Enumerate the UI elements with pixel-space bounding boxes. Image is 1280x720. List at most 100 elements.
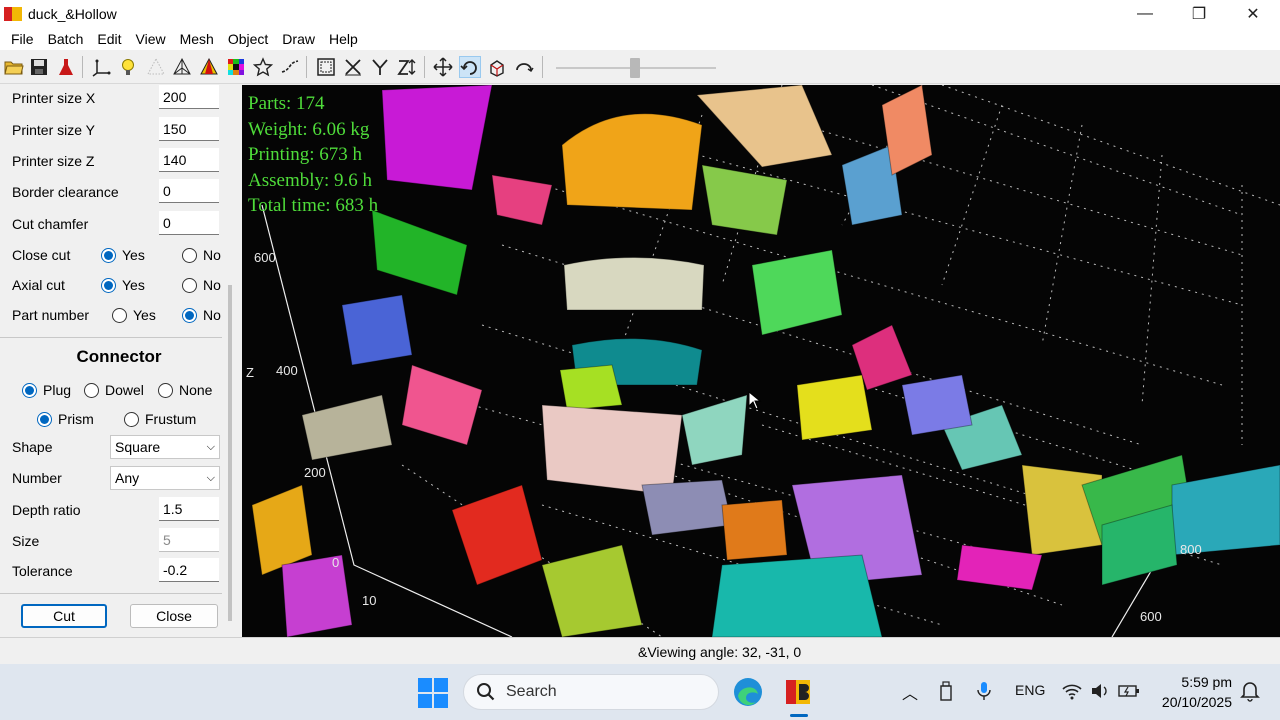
printer-size-x-label: Printer size X	[12, 90, 96, 106]
cut-y-icon[interactable]	[369, 56, 391, 78]
number-label: Number	[12, 470, 62, 486]
open-folder-icon[interactable]	[3, 56, 25, 78]
grid-dots-icon[interactable]	[145, 56, 167, 78]
clock-time[interactable]: 5:59 pm	[1172, 674, 1232, 690]
tolerance-label: Tolerance	[12, 563, 73, 579]
move-icon[interactable]	[432, 56, 454, 78]
battery-charging-icon[interactable]	[1118, 682, 1140, 700]
save-icon[interactable]	[28, 56, 50, 78]
app-taskbar-icon[interactable]	[782, 676, 814, 708]
volume-icon[interactable]	[1090, 682, 1110, 700]
menu-edit[interactable]: Edit	[90, 28, 128, 50]
menu-help[interactable]: Help	[322, 28, 365, 50]
panel-divider	[0, 337, 222, 338]
panel-divider	[0, 593, 222, 594]
undo-arc-icon[interactable]	[513, 56, 535, 78]
wave-icon[interactable]	[279, 56, 301, 78]
menu-draw[interactable]: Draw	[275, 28, 322, 50]
menu-batch[interactable]: Batch	[41, 28, 91, 50]
panel-scrollbar[interactable]	[228, 285, 232, 621]
connector-prism-radio[interactable]: Prism	[37, 411, 94, 427]
rotate-icon[interactable]	[459, 56, 481, 78]
microphone-icon[interactable]	[976, 680, 992, 702]
axis-tick-label: 400	[276, 363, 298, 378]
toolbar	[0, 50, 1280, 84]
axial-cut-yes-radio[interactable]: Yes	[101, 277, 145, 293]
axial-cut-label: Axial cut	[12, 277, 65, 293]
shape-select[interactable]: Square ⌵	[110, 435, 220, 459]
close-cut-label: Close cut	[12, 247, 71, 263]
status-bar: &Viewing angle: 32, -31, 0	[0, 637, 1280, 664]
close-cut-yes-radio[interactable]: Yes	[101, 247, 145, 263]
axis-tick-label: 200	[304, 465, 326, 480]
edge-browser-icon[interactable]	[732, 676, 764, 708]
windows-start-icon[interactable]	[418, 678, 448, 708]
model-render	[251, 85, 1280, 637]
close-panel-button[interactable]: Close	[130, 604, 218, 628]
minimize-button[interactable]: —	[1118, 0, 1172, 28]
menu-view[interactable]: View	[129, 28, 173, 50]
wireframe-icon[interactable]	[171, 56, 193, 78]
cut-chamfer-input[interactable]: 0	[159, 211, 219, 235]
menu-mesh[interactable]: Mesh	[173, 28, 221, 50]
taskbar: Search ︿ ENG 5:59 pm 20/10/2025	[0, 664, 1280, 720]
printer-size-z-input[interactable]: 140	[159, 148, 219, 172]
search-icon	[477, 683, 495, 701]
language-indicator[interactable]: ENG	[1015, 682, 1045, 698]
border-clearance-input[interactable]: 0	[159, 179, 219, 203]
parts-count: Parts: 174	[248, 93, 325, 114]
part-number-no-radio[interactable]: No	[182, 307, 221, 323]
star-icon[interactable]	[252, 56, 274, 78]
connector-dowel-radio[interactable]: Dowel	[84, 382, 144, 398]
cut-x-icon[interactable]	[342, 56, 364, 78]
cut-button[interactable]: Cut	[21, 604, 107, 628]
chevron-down-icon: ⌵	[206, 472, 215, 484]
printer-size-x-input[interactable]: 200	[159, 85, 219, 109]
number-select[interactable]: Any ⌵	[110, 466, 220, 490]
size-label: Size	[12, 533, 40, 549]
warning-triangle-icon[interactable]	[198, 56, 220, 78]
zoom-slider-thumb[interactable]	[630, 58, 640, 78]
connector-frustum-radio[interactable]: Frustum	[124, 411, 196, 427]
color-grid-icon[interactable]	[225, 56, 247, 78]
app-logo-icon	[4, 5, 22, 23]
select-box-icon[interactable]	[315, 56, 337, 78]
3d-viewport[interactable]: Parts: 174 Weight: 6.06 kg Printing: 673…	[242, 85, 1280, 637]
model-stats-overlay: Parts: 174 Weight: 6.06 kg Printing: 673…	[248, 91, 378, 219]
notification-bell-icon[interactable]	[1240, 680, 1260, 702]
depth-ratio-input[interactable]: 1.5	[159, 497, 219, 521]
close-cut-no-radio[interactable]: No	[182, 247, 221, 263]
chevron-up-icon[interactable]: ︿	[902, 680, 918, 704]
clock-date[interactable]: 20/10/2025	[1152, 694, 1232, 710]
axes-icon[interactable]	[90, 56, 112, 78]
connector-plug-radio[interactable]: Plug	[22, 382, 71, 398]
tolerance-input[interactable]: -0.2	[159, 558, 219, 582]
explode-icon[interactable]	[486, 56, 508, 78]
printer-size-y-label: Printer size Y	[12, 122, 95, 138]
maximize-button[interactable]: ❐	[1172, 0, 1226, 28]
connector-none-radio[interactable]: None	[158, 382, 212, 398]
usb-device-icon[interactable]	[938, 680, 954, 702]
flask-icon[interactable]	[55, 56, 77, 78]
axis-tick-label: 10	[362, 593, 377, 608]
printing-time: Printing: 673 h	[248, 144, 363, 165]
cut-settings-panel: Printer size X 200 Printer size Y 150 Pr…	[0, 85, 232, 637]
menu-file[interactable]: File	[4, 28, 41, 50]
lightbulb-icon[interactable]	[117, 56, 139, 78]
part-number-yes-radio[interactable]: Yes	[112, 307, 156, 323]
axis-name-label: Z	[246, 365, 254, 380]
printer-size-z-label: Printer size Z	[12, 153, 95, 169]
printer-size-y-input[interactable]: 150	[159, 117, 219, 141]
cut-z-icon[interactable]	[396, 56, 418, 78]
menu-bar: File Batch Edit View Mesh Object Draw He…	[0, 28, 1280, 50]
taskbar-search-box[interactable]: Search	[463, 674, 719, 710]
wifi-icon[interactable]	[1062, 682, 1082, 700]
shape-label: Shape	[12, 439, 53, 455]
window-title: duck_&Hollow	[28, 6, 117, 22]
menu-object[interactable]: Object	[221, 28, 275, 50]
close-window-button[interactable]: ✕	[1226, 0, 1280, 28]
cut-chamfer-label: Cut chamfer	[12, 216, 89, 232]
axis-tick-label: 600	[1140, 609, 1162, 624]
axial-cut-no-radio[interactable]: No	[182, 277, 221, 293]
zoom-slider[interactable]	[556, 58, 716, 78]
